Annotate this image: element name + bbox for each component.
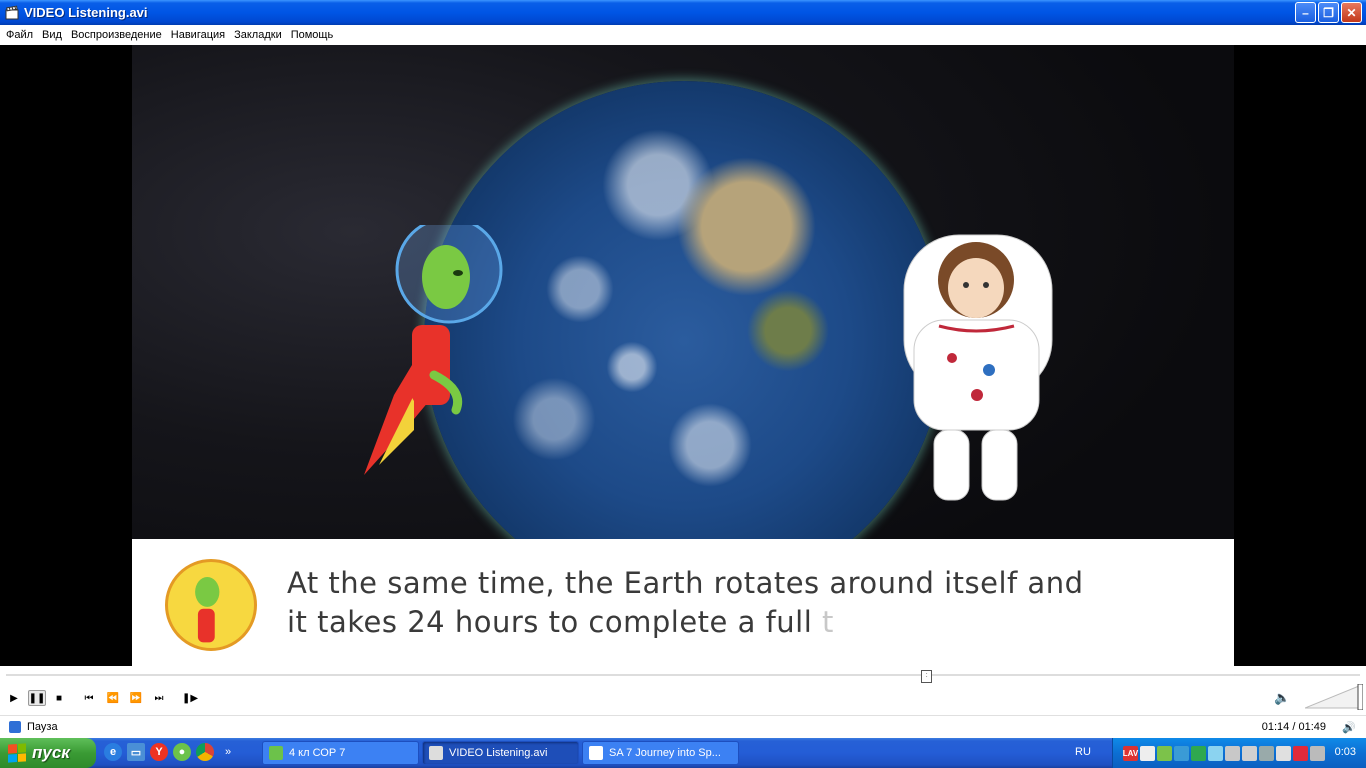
menu-view[interactable]: Вид — [39, 29, 68, 41]
start-button[interactable]: пуск — [0, 738, 96, 768]
close-button[interactable]: ✕ — [1341, 2, 1362, 23]
rewind-button[interactable]: ⏪ — [104, 690, 122, 706]
task-button-2[interactable]: VIDEO Listening.avi — [422, 741, 579, 765]
clock: 0:03 — [1334, 746, 1356, 758]
frame-step-button[interactable]: ❚▶ — [181, 690, 199, 706]
menu-file[interactable]: Файл — [3, 29, 39, 41]
lav-video-icon[interactable] — [1140, 745, 1155, 761]
browser-icon[interactable]: ● — [173, 743, 191, 761]
internet-explorer-icon[interactable]: e — [104, 743, 122, 761]
player-controls: : ▶ ❚❚ ■ ⏮ ⏪ ⏩ ⏭ ❚▶ 🔈 — [0, 666, 1366, 715]
network-disconnected-icon[interactable] — [1242, 745, 1257, 761]
video-viewport[interactable]: At the same time, the Earth rotates arou… — [0, 45, 1366, 666]
subtitle-text: At the same time, the Earth rotates arou… — [287, 564, 1084, 642]
antivirus-icon[interactable] — [1293, 745, 1308, 761]
media-player-app-icon — [5, 5, 19, 19]
subtitle-line-2-faded: t — [822, 605, 834, 639]
media-player-icon — [429, 746, 443, 760]
seek-thumb[interactable]: : — [921, 670, 933, 683]
menu-bookmarks[interactable]: Закладки — [231, 29, 288, 41]
task-button-3[interactable]: SA 7 Journey into Sp... — [582, 741, 739, 765]
subtitle-panel: At the same time, the Earth rotates arou… — [132, 539, 1234, 666]
fast-forward-button[interactable]: ⏩ — [127, 690, 145, 706]
windows-logo-icon — [8, 743, 26, 763]
pause-button[interactable]: ❚❚ — [28, 690, 46, 706]
volume-slider[interactable] — [1305, 684, 1363, 710]
alien-avatar-image — [165, 559, 257, 651]
menu-bar: Файл Вид Воспроизведение Навигация Закла… — [0, 25, 1366, 45]
menu-navigation[interactable]: Навигация — [168, 29, 231, 41]
task-label-2: VIDEO Listening.avi — [449, 747, 548, 759]
chevron-right-icon[interactable]: » — [225, 743, 231, 761]
status-icon — [9, 721, 21, 733]
subtitle-line-2-text: it takes 24 hours to complete a full — [287, 605, 823, 639]
status-bar: Пауза 01:14 / 01:49 🔊 — [0, 715, 1366, 738]
display-icon[interactable] — [1174, 745, 1189, 761]
subtitle-line-1: At the same time, the Earth rotates arou… — [287, 566, 1084, 600]
taskbar: пуск e ▭ Y ● » 4 кл СОР 7 VIDEO Listenin… — [0, 738, 1366, 768]
device-icon[interactable] — [1310, 745, 1325, 761]
seek-bar[interactable] — [6, 674, 1360, 676]
update-icon[interactable] — [1208, 745, 1223, 761]
previous-button[interactable]: ⏮ — [80, 690, 98, 706]
video-frame: At the same time, the Earth rotates arou… — [132, 45, 1234, 666]
next-button[interactable]: ⏭ — [150, 690, 168, 706]
settings-icon[interactable] — [1276, 745, 1291, 761]
speaker-icon[interactable]: 🔈 — [1274, 690, 1290, 706]
title-bar[interactable]: VIDEO Listening.avi – ❐ ✕ — [0, 0, 1366, 25]
audio-level-icon: 🔊 — [1342, 722, 1356, 734]
volume-icon[interactable] — [1259, 745, 1274, 761]
lav-icon[interactable]: LAV — [1123, 745, 1138, 761]
task-button-1[interactable]: 4 кл СОР 7 — [262, 741, 419, 765]
playback-status: Пауза — [27, 721, 58, 733]
shield-icon[interactable] — [1191, 745, 1206, 761]
subtitle-line-2: it takes 24 hours to complete a full t — [287, 603, 1084, 642]
window-title: VIDEO Listening.avi — [24, 5, 148, 20]
system-tray: LAV 0:03 — [1112, 738, 1366, 768]
stop-button[interactable]: ■ — [50, 690, 68, 706]
folder-icon — [269, 746, 283, 760]
task-label-3: SA 7 Journey into Sp... — [609, 747, 721, 759]
astronaut-character-image — [903, 234, 1053, 501]
menu-playback[interactable]: Воспроизведение — [68, 29, 168, 41]
window-controls: – ❐ ✕ — [1295, 2, 1362, 23]
yandex-browser-icon[interactable]: Y — [150, 743, 168, 761]
quick-launch: e ▭ Y ● » — [104, 743, 231, 761]
menu-help[interactable]: Помощь — [288, 29, 340, 41]
start-label: пуск — [32, 743, 70, 762]
monitor-icon[interactable] — [1225, 745, 1240, 761]
language-indicator[interactable]: RU — [1075, 746, 1091, 758]
show-desktop-icon[interactable]: ▭ — [127, 743, 145, 761]
task-label-1: 4 кл СОР 7 — [289, 747, 346, 759]
chrome-icon[interactable] — [196, 743, 214, 761]
play-button[interactable]: ▶ — [5, 690, 23, 706]
network-icon[interactable] — [1157, 745, 1172, 761]
timecode: 01:14 / 01:49 — [1261, 721, 1326, 733]
restore-button[interactable]: ❐ — [1318, 2, 1339, 23]
alien-character-image — [364, 225, 503, 475]
minimize-button[interactable]: – — [1295, 2, 1316, 23]
document-icon — [589, 746, 603, 760]
